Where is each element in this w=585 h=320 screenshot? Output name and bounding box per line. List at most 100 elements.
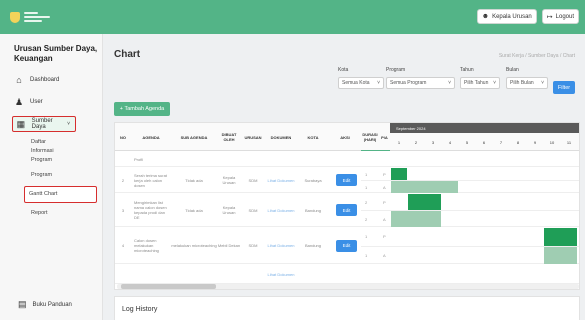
sidebar-item-user[interactable]: ♟ User — [0, 94, 102, 110]
gantt-day-11: 11 — [566, 140, 572, 145]
filter-kota-select[interactable]: Semua Kota ˅ — [338, 77, 384, 89]
main-content: Chart Surat Kerja / Sumber Daya / Chart … — [104, 34, 585, 320]
sidebar-subitem-program[interactable]: Program — [0, 171, 102, 180]
cell-pa-plan: P — [383, 171, 386, 177]
gantt-day-2: 2 — [414, 140, 418, 145]
cell-dokumen[interactable]: Lihat Dokumen — [265, 227, 297, 264]
filter-program-select[interactable]: Semua Program ˅ — [386, 77, 455, 89]
table-row: 4 Calon dosen melakukan microteaching mela… — [115, 227, 579, 264]
cell-sub: Tidak ada — [185, 177, 203, 183]
top-bar: ☻ Kepala Urusan ↦ Logout — [0, 0, 585, 34]
cell-no: 2 — [121, 177, 125, 183]
gantt-bar-actual[interactable] — [391, 211, 441, 227]
filter-bulan-select[interactable]: Pilih Bulan ˅ — [506, 77, 548, 89]
log-history-title: Log History — [122, 306, 158, 313]
cell-kota: Bandung — [304, 243, 321, 248]
sidebar: Urusan Sumber Daya, Keuangan ⌂ Dashboard… — [0, 34, 103, 320]
cell-pa-actual: A — [383, 252, 386, 258]
cell-no: 4 — [121, 243, 125, 248]
filter-program: Program Semua Program ˅ — [386, 67, 455, 89]
gantt-bar-planned[interactable] — [391, 168, 407, 180]
cell-durasi-actual: 1 — [365, 184, 368, 190]
cell-pa-actual: A — [383, 216, 386, 222]
cell-pa-plan: P — [383, 199, 386, 205]
gantt-day-10: 10 — [549, 140, 555, 145]
chevron-down-icon: ˅ — [493, 80, 496, 86]
cell-durasi-plan: 2 — [365, 199, 368, 205]
gantt-month-label: September 2024 — [390, 123, 579, 133]
gantt-day-8: 8 — [516, 140, 520, 145]
sidebar-subitem-gantt-chart[interactable]: Gantt Chart — [24, 186, 97, 203]
cell-dibuat: Kepala Urusan — [222, 175, 236, 185]
logo-emblem-icon — [10, 11, 20, 23]
chevron-down-icon: ˅ — [448, 80, 451, 86]
gantt-day-1: 1 — [397, 140, 401, 145]
cell-kota — [297, 264, 329, 284]
logout-icon: ↦ — [546, 13, 553, 21]
user-circle-icon: ☻ — [481, 13, 490, 20]
filter-program-value: Semua Program — [390, 80, 427, 86]
sidebar-item-dashboard[interactable]: ⌂ Dashboard — [0, 72, 102, 88]
guide-link[interactable]: ▤ Buku Panduan — [18, 299, 72, 310]
cell-dokumen[interactable] — [265, 151, 297, 167]
col-header-kota: KOTA — [307, 134, 319, 140]
cell-durasi-actual: 1 — [365, 252, 368, 258]
app-logo[interactable] — [10, 11, 50, 23]
cell-no — [115, 264, 131, 284]
chevron-down-icon: ˅ — [377, 80, 380, 86]
cell-urusan — [241, 151, 265, 167]
sidebar-item-sumber-daya[interactable]: ▦ Sumber Daya ˅ — [12, 116, 76, 132]
sidebar-subitem-daftar-informasi[interactable]: Daftar Informasi Program — [0, 138, 68, 165]
add-agenda-button[interactable]: + Tambah Agenda — [114, 102, 170, 116]
cell-agenda — [131, 264, 171, 284]
cell-dibuat — [217, 151, 241, 167]
sidebar-title: Urusan Sumber Daya, Keuangan — [14, 44, 98, 63]
gantt-day-5: 5 — [465, 140, 469, 145]
filter-bulan: Bulan Pilih Bulan ˅ — [506, 67, 548, 89]
filter-tahun-value: Pilih Tahun — [464, 80, 489, 86]
cell-dokumen[interactable]: Lihat Dokumen — [265, 193, 297, 227]
filter-tahun-select[interactable]: Pilih Tahun ˅ — [460, 77, 500, 89]
cell-dokumen[interactable]: Lihat Dokumen — [265, 167, 297, 193]
chevron-down-icon: ˅ — [67, 121, 70, 127]
gantt-day-6: 6 — [482, 140, 486, 145]
col-header-sub-agenda: SUB AGENDA — [180, 134, 208, 140]
logout-button[interactable]: ↦ Logout — [541, 9, 579, 24]
cell-pa-plan: P — [383, 234, 386, 240]
cell-dokumen[interactable]: Lihat Dokumen — [265, 264, 297, 284]
filter-kota-label: Kota — [338, 67, 349, 73]
edit-button[interactable]: Edit — [336, 239, 357, 252]
edit-button[interactable]: Edit — [336, 174, 357, 186]
gantt-day-3: 3 — [431, 140, 435, 145]
table-row: Profil — [115, 151, 579, 167]
cell-pa-actual: A — [383, 184, 386, 190]
gantt-bar-planned[interactable] — [408, 194, 441, 210]
home-icon: ⌂ — [16, 75, 22, 85]
gantt-day-4: 4 — [448, 140, 452, 145]
org-icon: ▦ — [16, 118, 26, 129]
sidebar-item-label: User — [30, 99, 43, 105]
user-menu-button[interactable]: ☻ Kepala Urusan — [476, 9, 537, 24]
filter-tahun-label: Tahun — [460, 67, 474, 73]
sidebar-subitem-report[interactable]: Report — [0, 209, 102, 218]
cell-urusan — [241, 264, 265, 284]
gantt-month-header: September 2024 1 2 3 4 5 6 7 8 9 10 11 — [390, 123, 579, 151]
cell-kota: Bandung — [304, 207, 321, 213]
col-header-dibuat-oleh: DIBUAT OLEH — [221, 132, 237, 142]
edit-button[interactable]: Edit — [336, 204, 357, 216]
cell-durasi-plan: 1 — [365, 171, 368, 177]
gantt-bar-actual[interactable] — [544, 246, 577, 264]
filter-button[interactable]: Filter — [553, 81, 575, 94]
gantt-table: NO AGENDA SUB AGENDA DIBUAT OLEH URUSAN … — [114, 122, 580, 290]
horizontal-scrollbar[interactable] — [117, 284, 579, 289]
cell-urusan: SDM — [248, 177, 258, 183]
table-row: 3 Mengirimkan list nama calon dosen kepad… — [115, 193, 579, 227]
cell-agenda: Calon dosen melakukan microteaching — [134, 238, 159, 253]
cell-kota: Surabaya — [304, 177, 322, 183]
gantt-bar-actual[interactable] — [391, 181, 458, 193]
filter-bulan-label: Bulan — [506, 67, 519, 73]
gantt-day-9: 9 — [533, 140, 537, 145]
cell-urusan: SDM — [248, 207, 258, 213]
gantt-bar-planned[interactable] — [544, 228, 577, 246]
scrollbar-thumb[interactable] — [121, 284, 216, 289]
